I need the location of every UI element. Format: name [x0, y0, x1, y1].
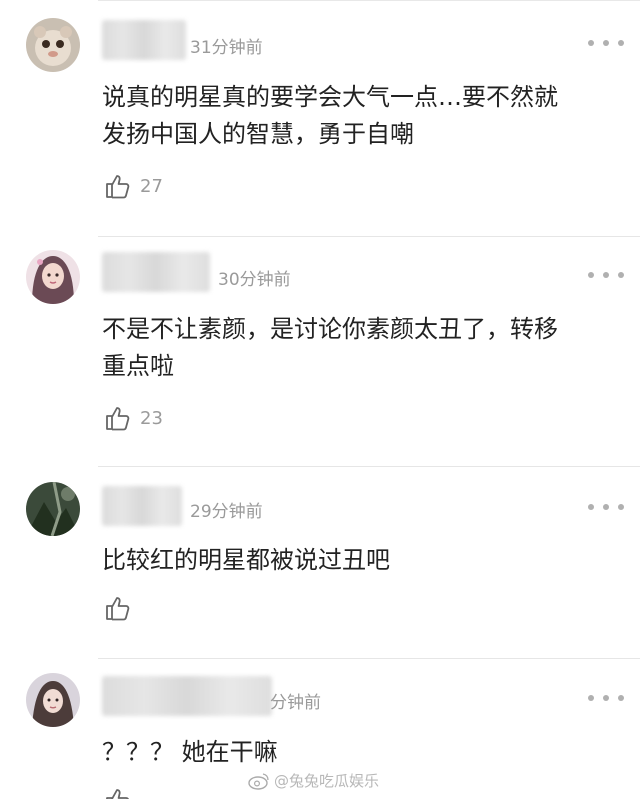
comment-text-line: ？？？ 她在干嘛 — [102, 738, 278, 766]
username-blurred[interactable] — [102, 486, 182, 526]
comment-text: 不是不让素颜，是讨论你素颜太丑了，转移 重点啦 — [102, 311, 622, 385]
top-divider — [98, 0, 640, 1]
avatar[interactable] — [26, 250, 80, 304]
comment-time: 29分钟前 — [190, 502, 263, 522]
like-button[interactable] — [104, 786, 132, 799]
avatar[interactable] — [26, 673, 80, 727]
like-button[interactable]: 27 — [104, 172, 163, 200]
comment-divider — [98, 466, 640, 467]
comment-text-line: 发扬中国人的智慧，勇于自嘲 — [102, 120, 414, 148]
comment-time: 30分钟前 — [218, 270, 291, 290]
like-button[interactable] — [104, 594, 140, 622]
weibo-logo-icon — [248, 772, 269, 790]
more-dots-icon[interactable] — [588, 497, 624, 517]
like-button[interactable]: 23 — [104, 404, 163, 432]
thumbs-up-icon — [106, 597, 130, 621]
like-count: 23 — [140, 407, 163, 429]
comment-divider — [98, 236, 640, 237]
avatar-image-icon — [26, 250, 80, 304]
username-blurred[interactable] — [102, 20, 186, 60]
avatar[interactable] — [26, 482, 80, 536]
comment-time: 31分钟前 — [190, 38, 263, 58]
like-count: 27 — [140, 175, 163, 197]
comment-feed: 31分钟前 说真的明星真的要学会大气一点…要不然就 发扬中国人的智慧，勇于自嘲 … — [0, 0, 640, 799]
username-blurred[interactable] — [102, 676, 272, 716]
avatar[interactable] — [26, 18, 80, 72]
more-dots-icon[interactable] — [588, 33, 624, 53]
username-blurred[interactable] — [102, 252, 210, 292]
comment-text: 说真的明星真的要学会大气一点…要不然就 发扬中国人的智慧，勇于自嘲 — [102, 79, 622, 153]
comment-text-line: 比较红的明星都被说过丑吧 — [102, 546, 390, 574]
more-dots-icon[interactable] — [588, 265, 624, 285]
comment-time: 分钟前 — [270, 693, 321, 713]
thumbs-up-icon — [106, 175, 130, 199]
comment-text-line: 重点啦 — [102, 352, 174, 380]
thumbs-up-icon — [106, 789, 129, 799]
avatar-image-icon — [26, 18, 80, 72]
more-dots-icon[interactable] — [588, 688, 624, 708]
comment-text: ？？？ 她在干嘛 — [102, 734, 622, 771]
avatar-image-icon — [26, 482, 80, 536]
comment-text-line: 说真的明星真的要学会大气一点…要不然就 — [102, 83, 558, 111]
watermark-text: @兔兔吃瓜娱乐 — [274, 772, 380, 790]
thumbs-up-icon — [106, 407, 130, 431]
comment-text: 比较红的明星都被说过丑吧 — [102, 542, 622, 579]
comment-divider — [98, 658, 640, 659]
watermark: @兔兔吃瓜娱乐 — [248, 770, 379, 791]
avatar-image-icon — [26, 673, 80, 727]
comment-text-line: 不是不让素颜，是讨论你素颜太丑了，转移 — [102, 315, 558, 343]
